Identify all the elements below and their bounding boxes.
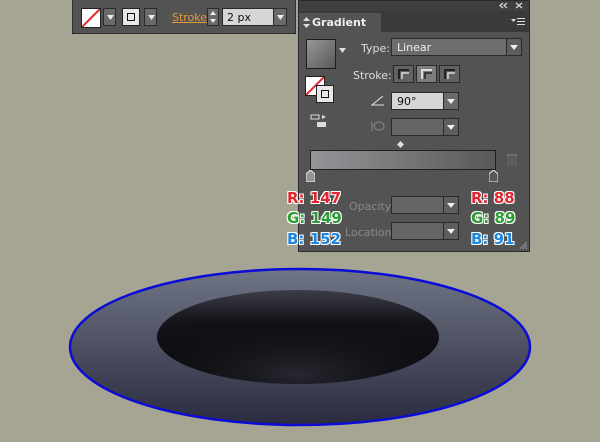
- tab-expand-icon[interactable]: [303, 17, 310, 28]
- hole-artwork[interactable]: [60, 262, 540, 434]
- angle-icon: [371, 95, 384, 106]
- stroke-across-button[interactable]: [439, 65, 460, 83]
- close-icon[interactable]: [515, 2, 523, 9]
- aspect-ratio-icon: [371, 121, 385, 131]
- chevron-down-icon: [443, 223, 458, 239]
- chevron-down-icon: [443, 119, 458, 135]
- stroke-label-panel: Stroke:: [353, 69, 392, 82]
- angle-value: 90°: [397, 95, 417, 108]
- chevron-down-icon: [506, 39, 521, 55]
- panel-menu-icon[interactable]: [511, 17, 525, 27]
- opacity-field: [391, 196, 459, 214]
- gradient-stop-left[interactable]: [306, 170, 315, 182]
- angle-field[interactable]: 90°: [391, 92, 459, 110]
- stroke-weight-value: 2 px: [227, 11, 251, 24]
- left-blue-value: B: 152: [287, 230, 341, 248]
- type-select[interactable]: Linear: [391, 38, 522, 56]
- stroke-weight-dropdown[interactable]: [273, 8, 287, 26]
- fill-dropdown-button[interactable]: [103, 8, 116, 26]
- stroke-dropdown-button[interactable]: [144, 8, 157, 26]
- stroke-weight-field[interactable]: 2 px: [222, 8, 274, 26]
- stroke-swatch-icon[interactable]: [122, 8, 140, 26]
- panel-title: Gradient: [312, 16, 367, 29]
- resize-grip-icon[interactable]: [519, 241, 528, 250]
- gradient-slider[interactable]: [310, 150, 496, 170]
- panel-title-strip: [299, 1, 529, 11]
- reverse-gradient-icon[interactable]: [310, 114, 328, 128]
- stroke-weight-stepper[interactable]: [207, 8, 219, 26]
- right-red-value: R: 88: [471, 189, 515, 207]
- panel-tab-row: Gradient: [299, 11, 529, 32]
- type-label: Type:: [361, 42, 390, 55]
- midpoint-diamond-icon[interactable]: [397, 141, 404, 148]
- type-value: Linear: [397, 41, 432, 54]
- aspect-ratio-field: [391, 118, 459, 136]
- stroke-swatch-panel-icon[interactable]: [316, 85, 334, 103]
- trash-icon: [507, 154, 517, 166]
- right-blue-value: B: 91: [471, 230, 515, 248]
- gradient-preview-icon[interactable]: [306, 39, 336, 69]
- opacity-label: Opacity:: [349, 200, 395, 213]
- collapse-icon[interactable]: [499, 2, 509, 9]
- location-field: [391, 222, 459, 240]
- stroke-within-button[interactable]: [393, 65, 414, 83]
- control-bar: Stroke: 2 px: [72, 0, 296, 34]
- chevron-down-icon[interactable]: [443, 93, 458, 109]
- left-green-value: G: 149: [287, 209, 342, 227]
- preview-dropdown-icon[interactable]: [339, 48, 346, 53]
- fill-none-icon[interactable]: [81, 8, 101, 28]
- stroke-label[interactable]: Stroke:: [172, 11, 211, 24]
- stroke-along-button[interactable]: [416, 65, 437, 83]
- chevron-down-icon: [443, 197, 458, 213]
- left-red-value: R: 147: [287, 189, 342, 207]
- location-label: Location:: [345, 226, 396, 239]
- right-green-value: G: 89: [471, 209, 516, 227]
- gradient-stop-right[interactable]: [489, 170, 498, 182]
- tab-gradient[interactable]: Gradient: [299, 13, 381, 32]
